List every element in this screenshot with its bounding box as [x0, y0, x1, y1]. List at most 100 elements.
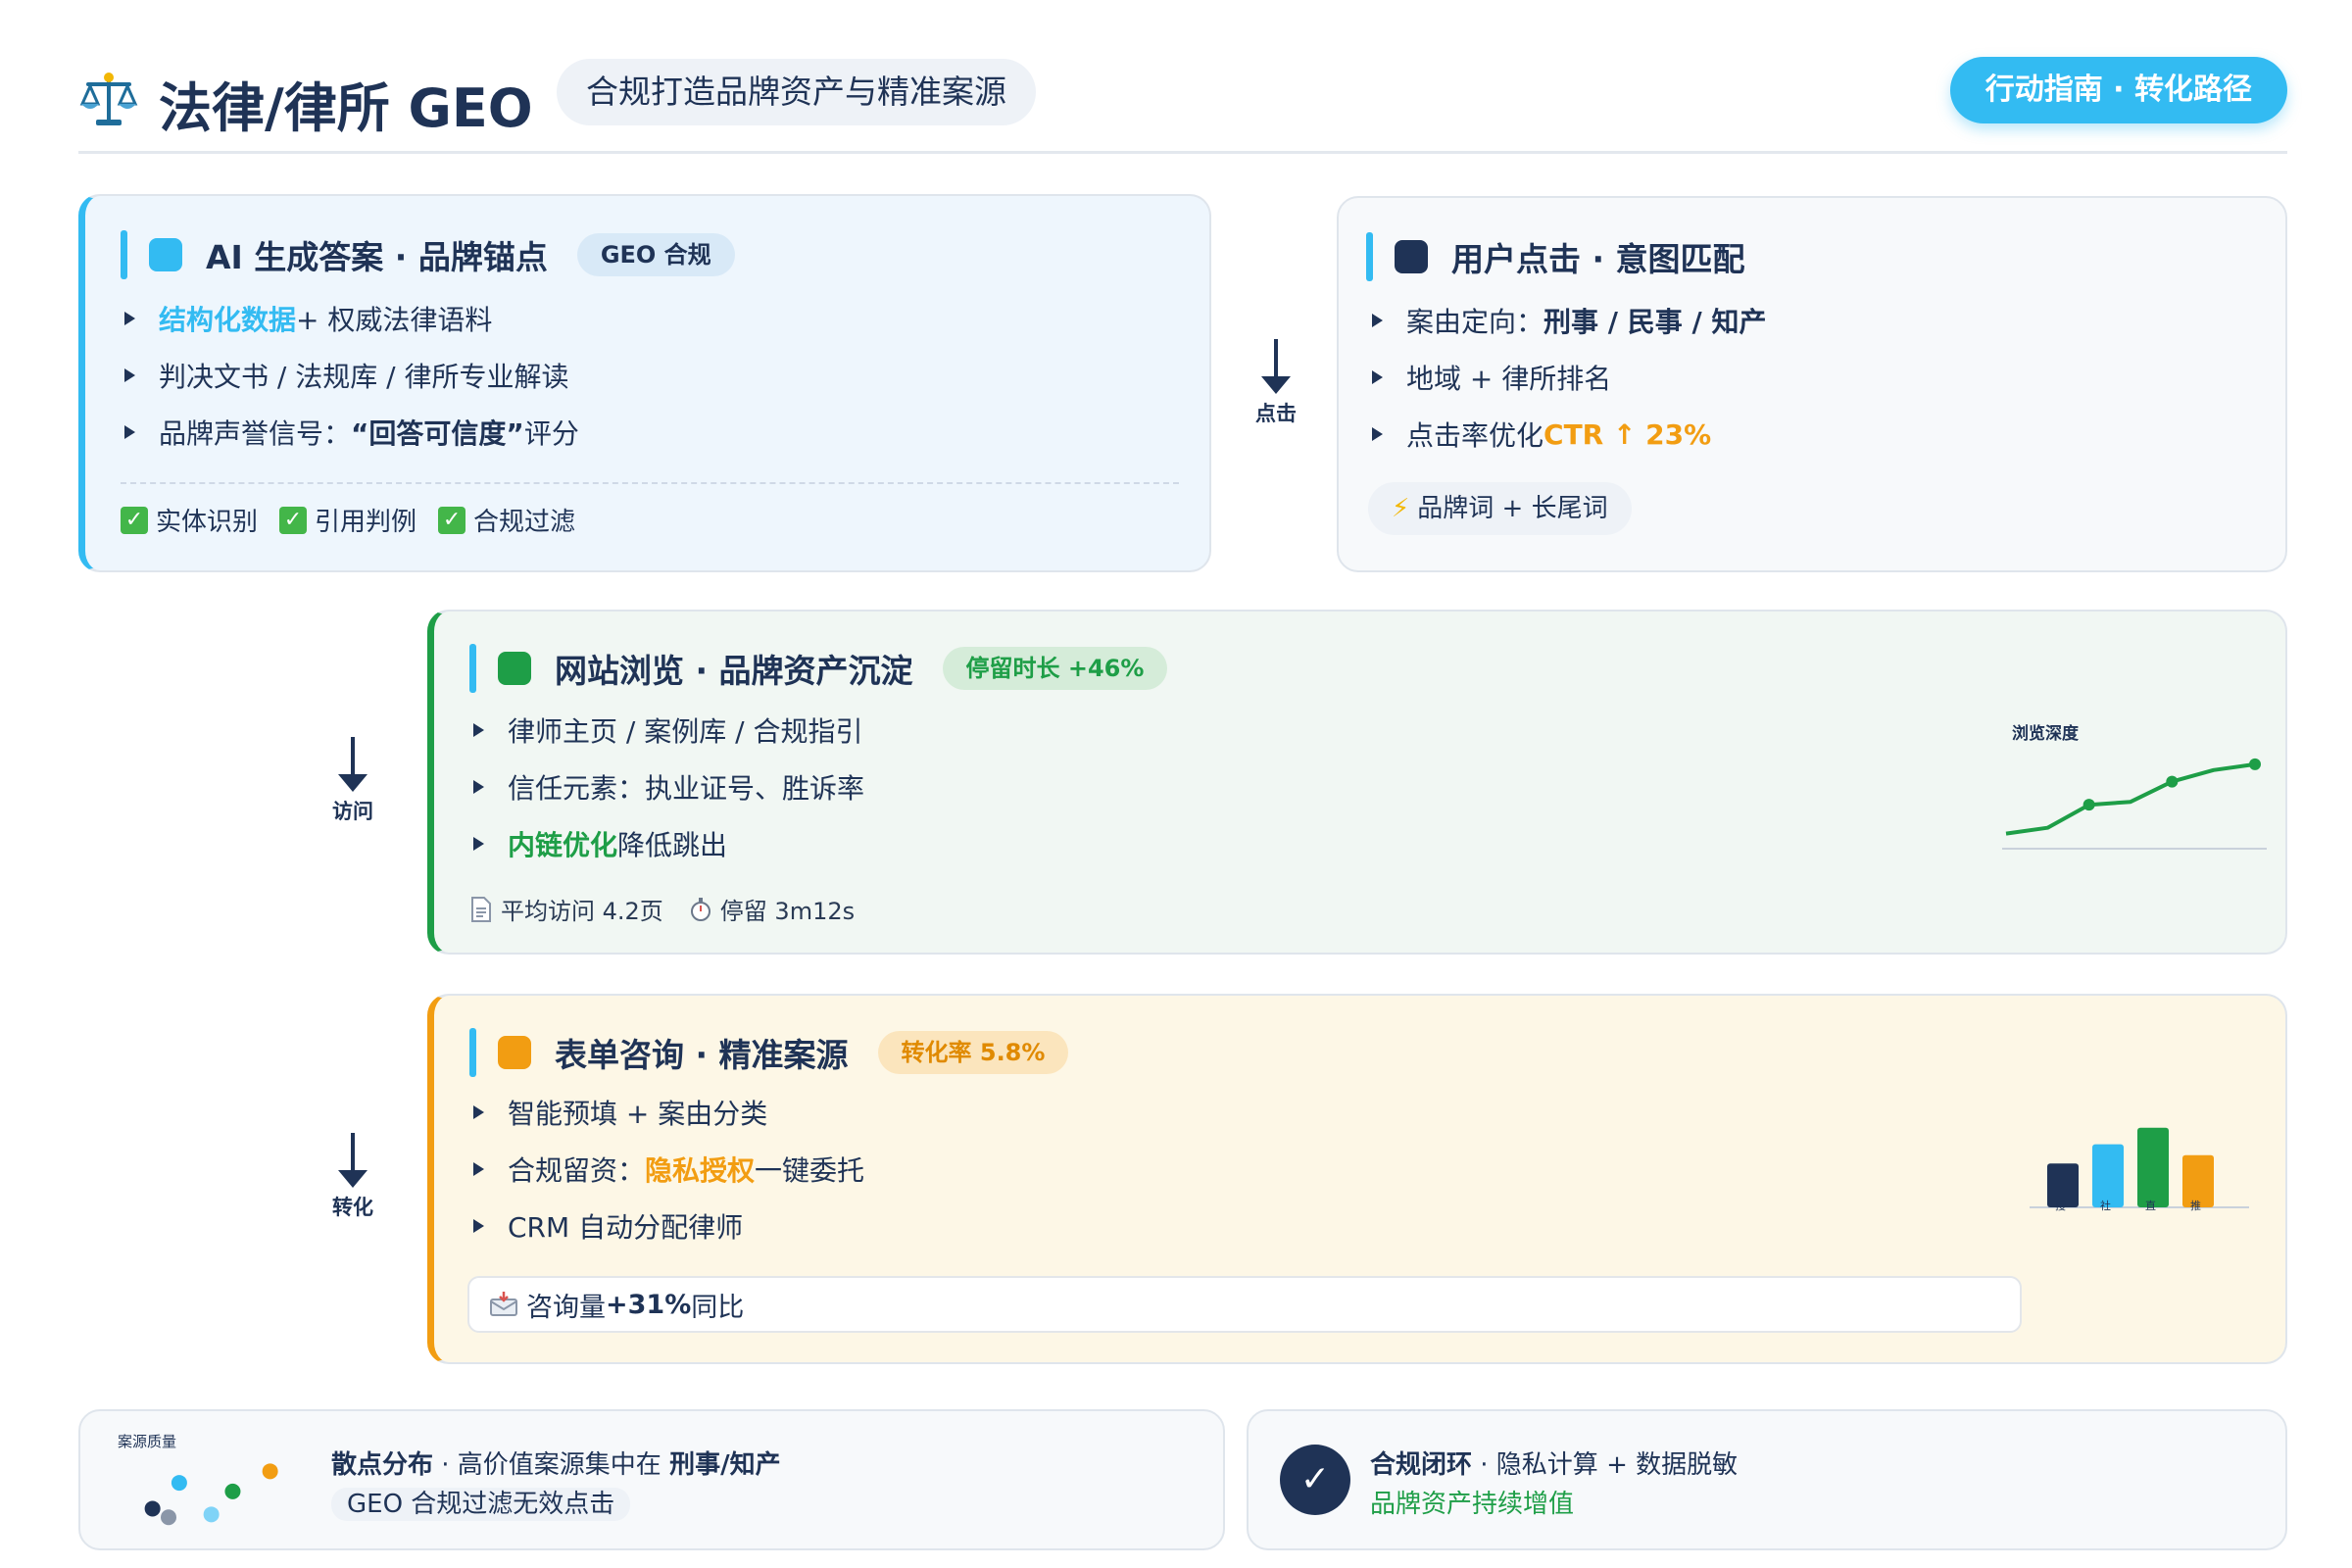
stat-suffix: 同比 [691, 1292, 745, 1323]
list-item: 信任元素：执业证号、胜诉率 [473, 759, 864, 815]
triangle-bullet-icon [473, 837, 484, 851]
browse-depth-line-chart: 浏览深度 [2002, 723, 2267, 850]
list-item: 合规留资： 隐私授权 一键委托 [473, 1141, 864, 1198]
flow-arrow-click: 点击 [1237, 339, 1315, 427]
stage-click-title-row: 用户点击 · 意图匹配 [1366, 231, 1745, 282]
item-text: 律师主页 / 案例库 / 合规指引 [508, 715, 863, 748]
geo-compliance-badge: GEO 合规 [576, 233, 735, 276]
line-point [2082, 799, 2095, 811]
item-text: CRM 自动分配律师 [508, 1211, 744, 1244]
bar-category-label: 社 [2100, 1199, 2111, 1212]
metric-dwell: 停留 3m12s [689, 892, 855, 926]
list-item: 点击率优化 CTR ↑ 23% [1372, 406, 1766, 463]
stage-form-title-row: 表单咨询 · 精准案源 转化率 5.8% [469, 1027, 1069, 1078]
triangle-bullet-icon [473, 1162, 484, 1176]
item-text: 案由定向： [1406, 306, 1544, 338]
stage-form-card: 表单咨询 · 精准案源 转化率 5.8% 智能预填 + 案由分类 合规留资： 隐… [427, 994, 2287, 1364]
stage-browse-card: 网站浏览 · 品牌资产沉淀 停留时长 +46% 律师主页 / 案例库 / 合规指… [427, 610, 2287, 955]
triangle-bullet-icon [1372, 370, 1383, 384]
item-text: 判决文书 / 法规库 / 律所专业解读 [159, 361, 569, 393]
title-accent-bar [469, 644, 476, 693]
stage-click-title: 用户点击 · 意图匹配 [1451, 240, 1745, 278]
summary-bold: 散点分布 [331, 1450, 434, 1480]
flow-arrow-convert: 转化 [314, 1133, 392, 1221]
check-item: ✓ 实体识别 [121, 502, 258, 538]
bar [2092, 1144, 2124, 1207]
stage-ai-color-square [149, 238, 182, 271]
bar-category-label: 直 [2145, 1199, 2156, 1212]
triangle-bullet-icon [124, 368, 135, 382]
flow-arrow-visit: 访问 [314, 737, 392, 825]
line-point [2249, 758, 2261, 770]
flow-label-visit: 访问 [332, 800, 373, 823]
triangle-bullet-icon [473, 1105, 484, 1119]
item-text: 地域 + 律所排名 [1406, 363, 1612, 395]
title-accent-bar [1366, 232, 1373, 281]
highlight-text: 结构化数据 [159, 304, 297, 336]
scatter-point [203, 1506, 220, 1523]
compliance-text: · 隐私计算 + 数据脱敏 [1472, 1450, 1739, 1480]
inquiry-stat-box: 咨询量 +31% 同比 [467, 1276, 2022, 1333]
bar-category-label: 搜 [2055, 1199, 2066, 1212]
highlight-text: 刑事 / 民事 / 知产 [1544, 306, 1767, 338]
line-chart-title: 浏览深度 [2012, 723, 2080, 744]
summary-text: · 高价值案源集中在 [433, 1450, 670, 1480]
list-item: 智能预填 + 案由分类 [473, 1084, 864, 1141]
channel-bar-chart: 搜社直推 [2030, 1127, 2249, 1212]
stage-ai-answer-card: AI 生成答案 · 品牌锚点 GEO 合规 结构化数据 + 权威法律语料 判决文… [78, 194, 1211, 572]
check-label: 实体识别 [156, 508, 259, 537]
item-text: 智能预填 + 案由分类 [508, 1098, 768, 1130]
metric-pages: 平均访问 4.2页 [469, 892, 663, 926]
scatter-summary-card: 案源质量 散点分布 · 高价值案源集中在 刑事/知产 GEO 合规过滤无效点击 [78, 1409, 1225, 1550]
scatter-point [171, 1475, 187, 1492]
stage-click-list: 案由定向： 刑事 / 民事 / 知产 地域 + 律所排名 点击率优化 CTR ↑… [1372, 292, 1766, 463]
stage-click-color-square [1395, 240, 1428, 273]
compliance-bold: 合规闭环 [1370, 1450, 1473, 1480]
stage-ai-title: AI 生成答案 · 品牌锚点 [206, 238, 548, 276]
list-item: 案由定向： 刑事 / 民事 / 知产 [1372, 292, 1766, 349]
compliance-line1: 合规闭环 · 隐私计算 + 数据脱敏 [1370, 1445, 1738, 1481]
item-suffix: 评分 [523, 417, 579, 450]
keyword-tag-label: 品牌词 + 长尾词 [1417, 494, 1608, 523]
triangle-bullet-icon [473, 723, 484, 737]
stage-browse-metrics: 平均访问 4.2页 停留 3m12s [469, 892, 880, 926]
check-mark-icon: ✓ [121, 506, 148, 534]
bar-category-label: 推 [2190, 1199, 2201, 1212]
triangle-bullet-icon [473, 780, 484, 794]
list-item: CRM 自动分配律师 [473, 1198, 864, 1254]
stage-ai-list: 结构化数据 + 权威法律语料 判决文书 / 法规库 / 律所专业解读 品牌声誉信… [124, 290, 579, 461]
triangle-bullet-icon [124, 312, 135, 325]
scatter-point [144, 1500, 161, 1517]
item-suffix: 一键委托 [755, 1154, 865, 1187]
triangle-bullet-icon [1372, 427, 1383, 441]
title-accent-bar [121, 230, 127, 279]
inbox-tray-icon [490, 1292, 517, 1316]
check-label: 引用判例 [315, 508, 417, 537]
summary-bold-2: 刑事/知产 [669, 1450, 781, 1480]
scatter-summary-line2: GEO 合规过滤无效点击 [331, 1484, 631, 1521]
item-text: 合规留资： [508, 1154, 646, 1187]
stage-ai-title-row: AI 生成答案 · 品牌锚点 GEO 合规 [121, 229, 735, 280]
stopwatch-icon [690, 897, 710, 921]
stage-form-title: 表单咨询 · 精准案源 [555, 1036, 849, 1074]
check-item: ✓ 合规过滤 [438, 502, 575, 538]
down-arrow-icon [338, 737, 368, 792]
highlight-text: “回答可信度” [351, 417, 524, 450]
compliance-line2: 品牌资产持续增值 [1370, 1490, 1575, 1519]
action-guide-button[interactable]: 行动指南 · 转化路径 [1949, 57, 2287, 123]
check-circle-icon: ✓ [1280, 1445, 1350, 1515]
flow-label-click: 点击 [1255, 402, 1297, 425]
scatter-point [224, 1483, 241, 1499]
ctr-highlight: CTR ↑ 23% [1544, 417, 1712, 451]
check-label: 合规过滤 [473, 508, 576, 537]
list-item: 结构化数据 + 权威法律语料 [124, 290, 579, 347]
list-item: 地域 + 律所排名 [1372, 349, 1766, 406]
list-item: 律师主页 / 案例库 / 合规指引 [473, 702, 864, 759]
metric-dwell-label: 停留 3m12s [719, 898, 856, 925]
triangle-bullet-icon [473, 1219, 484, 1233]
conversion-rate-badge: 转化率 5.8% [877, 1031, 1069, 1074]
stage-browse-list: 律师主页 / 案例库 / 合规指引 信任元素：执业证号、胜诉率 内链优化 降低跳… [473, 702, 864, 872]
lightning-icon: ⚡ [1392, 494, 1410, 523]
header-divider [78, 151, 2287, 154]
title-accent-bar [469, 1028, 476, 1077]
